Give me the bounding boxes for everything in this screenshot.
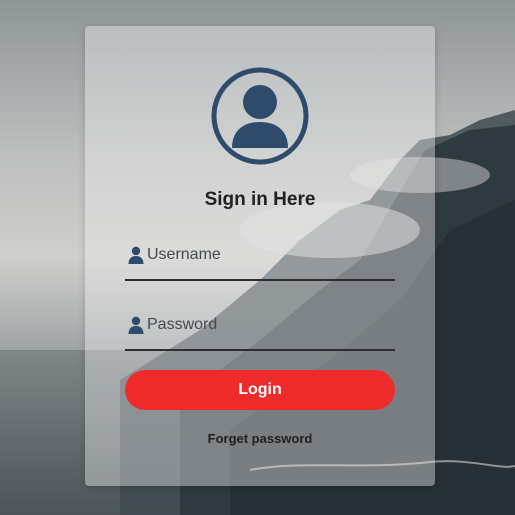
login-screen: Sign in Here Login Forget password [0, 0, 515, 515]
username-field[interactable] [125, 235, 395, 281]
login-button[interactable]: Login [125, 370, 395, 410]
user-icon [128, 246, 144, 264]
login-card: Sign in Here Login Forget password [85, 26, 435, 486]
forgot-password-link[interactable]: Forget password [85, 431, 435, 446]
username-input[interactable] [147, 243, 387, 267]
password-field[interactable] [125, 305, 395, 351]
password-input[interactable] [147, 313, 387, 337]
user-circle-icon [211, 67, 309, 165]
user-icon [128, 316, 144, 334]
page-title: Sign in Here [204, 189, 316, 210]
